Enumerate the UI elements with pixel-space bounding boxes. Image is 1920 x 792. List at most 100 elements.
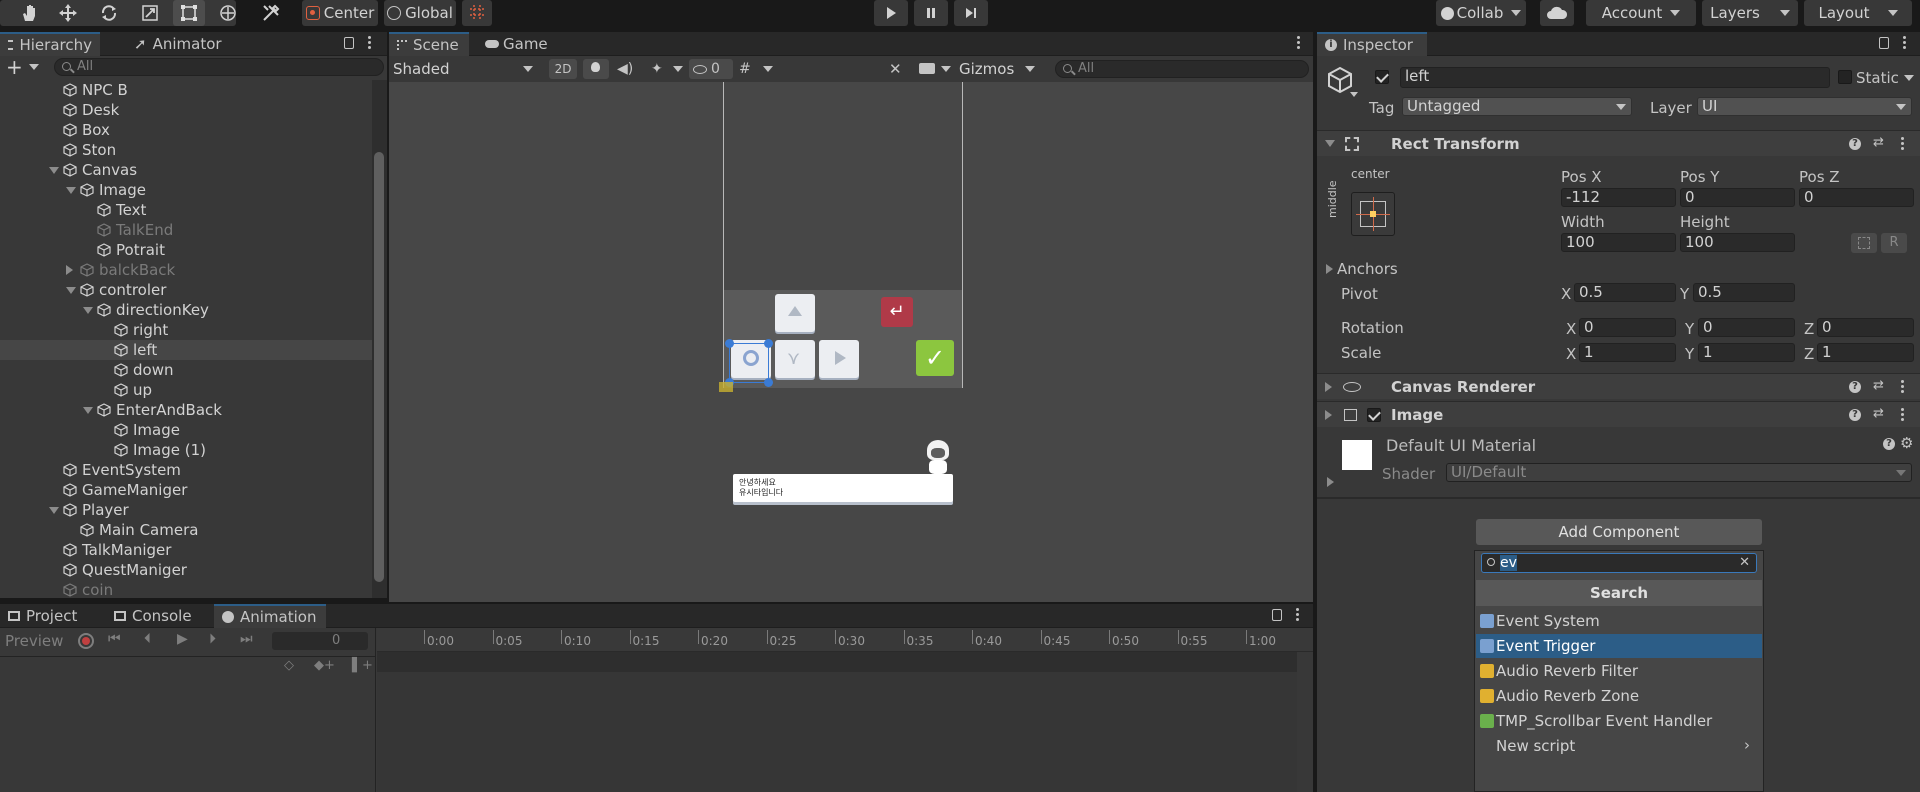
hierarchy-item[interactable]: QuestManiger: [0, 560, 372, 580]
icon-dropdown-arrow[interactable]: [1350, 92, 1358, 97]
right-key[interactable]: [819, 340, 859, 378]
down-key[interactable]: ⋎: [775, 340, 815, 378]
expand-arrow-icon[interactable]: [49, 507, 59, 514]
pivot-center-toggle[interactable]: Center: [302, 0, 378, 26]
hierarchy-item[interactable]: EventSystem: [0, 460, 372, 480]
add-component-search-input[interactable]: ev ✕: [1481, 553, 1757, 573]
clear-search-icon[interactable]: ✕: [1739, 555, 1750, 570]
canvas-renderer-header[interactable]: Canvas Renderer ? ⇄: [1317, 373, 1920, 399]
hierarchy-item[interactable]: Text: [0, 200, 372, 220]
hidden-objects-toggle[interactable]: 0: [689, 59, 733, 79]
tab-scene[interactable]: Scene: [389, 32, 469, 56]
hierarchy-item[interactable]: EnterAndBack: [0, 400, 372, 420]
hierarchy-search-input[interactable]: All: [54, 58, 384, 76]
hand-tool-icon[interactable]: [14, 0, 44, 26]
pos-y-field[interactable]: 0: [1680, 188, 1795, 207]
create-button[interactable]: +: [6, 55, 46, 79]
anchor-presets-button[interactable]: [1351, 192, 1395, 236]
hierarchy-item[interactable]: Player: [0, 500, 372, 520]
next-key-icon[interactable]: ⏵: [209, 631, 216, 647]
expand-arrow-icon[interactable]: [66, 287, 76, 294]
scrollbar-thumb[interactable]: [374, 152, 384, 582]
blueprint-mode-icon[interactable]: [1851, 233, 1877, 253]
pos-z-field[interactable]: 0: [1799, 188, 1914, 207]
first-key-icon[interactable]: ⏮: [108, 631, 121, 647]
add-component-result[interactable]: Event System: [1476, 609, 1762, 633]
scene-search-input[interactable]: All: [1055, 60, 1309, 78]
tab-animator[interactable]: ➚ Animator: [126, 32, 236, 56]
image-component-header[interactable]: Image ? ⇄: [1317, 401, 1920, 427]
hierarchy-item[interactable]: Image: [0, 420, 372, 440]
hierarchy-item[interactable]: down: [0, 360, 372, 380]
animation-menu-icon[interactable]: [1296, 608, 1300, 622]
hierarchy-item[interactable]: Potrait: [0, 240, 372, 260]
mode-2d-toggle[interactable]: 2D: [549, 59, 577, 79]
component-menu-icon[interactable]: [1901, 408, 1905, 422]
add-key-plus-icon[interactable]: ◆+: [314, 658, 335, 673]
hierarchy-item[interactable]: TalkEnd: [0, 220, 372, 240]
raw-edit-button[interactable]: R: [1881, 233, 1907, 253]
tab-hierarchy[interactable]: Hierarchy: [0, 32, 100, 56]
grid-toggle-icon[interactable]: #: [739, 61, 757, 77]
step-button[interactable]: [954, 0, 988, 26]
account-dropdown[interactable]: Account: [1586, 0, 1696, 26]
hierarchy-item[interactable]: Image: [0, 180, 372, 200]
hierarchy-item[interactable]: Desk: [0, 100, 372, 120]
scale-y-field[interactable]: 1: [1698, 343, 1795, 362]
scene-menu-icon[interactable]: [1297, 36, 1301, 50]
preset-icon[interactable]: ⇄: [1873, 406, 1884, 421]
add-keyframe-icon[interactable]: ◇: [284, 658, 294, 673]
lighting-icon[interactable]: [583, 59, 609, 79]
hierarchy-item[interactable]: TalkManiger: [0, 540, 372, 560]
pos-x-field[interactable]: -112: [1561, 188, 1676, 207]
tools-icon[interactable]: ✕: [889, 60, 907, 78]
layout-dropdown[interactable]: Layout: [1804, 0, 1912, 26]
expand-arrow-icon[interactable]: [49, 167, 59, 174]
object-name-field[interactable]: left: [1400, 67, 1830, 88]
anchors-foldout[interactable]: Anchors: [1326, 260, 1398, 278]
up-key[interactable]: [775, 294, 815, 332]
hierarchy-item[interactable]: NPC B: [0, 80, 372, 100]
timeline-track-area[interactable]: [377, 653, 1297, 792]
scene-viewport[interactable]: ↵ ⋎ ✓ 안녕하세요 유시타입니다: [389, 82, 1313, 602]
hierarchy-item[interactable]: balckBack: [0, 260, 372, 280]
preset-icon[interactable]: ⇄: [1873, 378, 1884, 393]
rect-transform-header[interactable]: Rect Transform ? ⇄: [1317, 130, 1920, 156]
static-dropdown[interactable]: Static: [1856, 68, 1920, 88]
image-enabled-checkbox[interactable]: [1367, 408, 1381, 422]
active-checkbox[interactable]: [1375, 70, 1389, 84]
hierarchy-item[interactable]: right: [0, 320, 372, 340]
add-event-icon[interactable]: ▌+: [352, 658, 373, 673]
pivot-x-field[interactable]: 0.5: [1574, 283, 1676, 302]
hierarchy-item[interactable]: GameManiger: [0, 480, 372, 500]
play-button[interactable]: [874, 0, 908, 26]
hierarchy-item[interactable]: Canvas: [0, 160, 372, 180]
selection-rect[interactable]: [725, 339, 773, 387]
expand-arrow-icon[interactable]: [66, 187, 76, 194]
inspector-menu-icon[interactable]: [1903, 36, 1907, 50]
frame-field[interactable]: 0: [272, 632, 368, 650]
static-checkbox[interactable]: [1838, 70, 1852, 84]
shading-mode-dropdown[interactable]: Shaded: [393, 59, 539, 79]
help-icon[interactable]: ?: [1849, 381, 1861, 393]
gear-icon[interactable]: ⚙: [1900, 434, 1913, 452]
hierarchy-item[interactable]: directionKey: [0, 300, 372, 320]
rect-tool-icon[interactable]: [173, 0, 205, 26]
shader-dropdown[interactable]: UI/Default: [1446, 463, 1912, 482]
timeline-scrollbar[interactable]: [377, 652, 1297, 672]
rotate-tool-icon[interactable]: [94, 0, 124, 26]
help-icon[interactable]: ?: [1849, 409, 1861, 421]
record-button[interactable]: [78, 633, 94, 649]
hierarchy-item[interactable]: coin: [0, 580, 372, 598]
gizmos-dropdown[interactable]: Gizmos: [959, 59, 1039, 79]
pivot-y-field[interactable]: 0.5: [1693, 283, 1795, 302]
hierarchy-item[interactable]: Main Camera: [0, 520, 372, 540]
tab-animation[interactable]: Animation: [214, 604, 326, 628]
lock-icon[interactable]: [1272, 609, 1282, 621]
lock-icon[interactable]: [344, 37, 354, 49]
hierarchy-item[interactable]: Image (1): [0, 440, 372, 460]
tag-dropdown[interactable]: Untagged: [1402, 97, 1632, 116]
expand-arrow-icon[interactable]: [83, 407, 93, 414]
component-menu-icon[interactable]: [1901, 137, 1905, 151]
layers-dropdown[interactable]: Layers: [1702, 0, 1798, 26]
